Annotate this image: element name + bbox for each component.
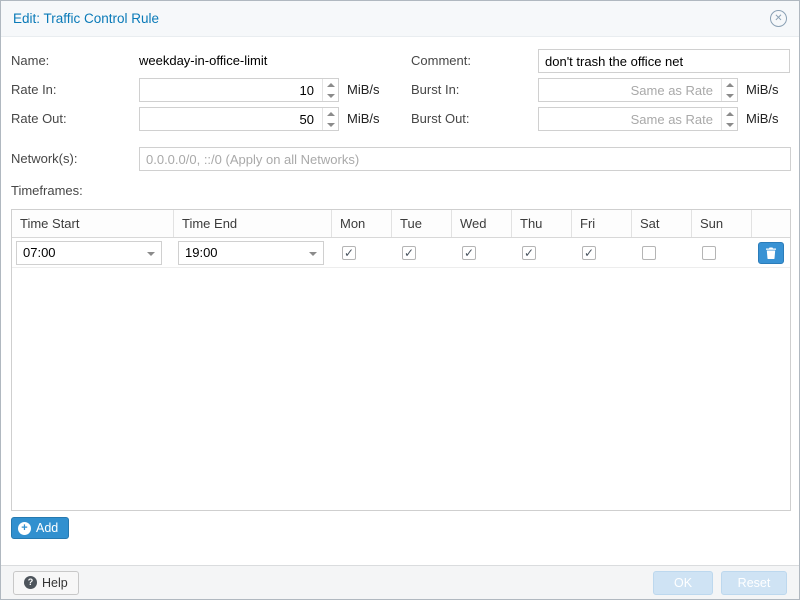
comment-label: Comment: <box>411 49 471 73</box>
table-row: 07:00 19:00 <box>12 238 790 268</box>
rate-out-unit: MiB/s <box>347 107 380 131</box>
trash-icon <box>765 247 777 259</box>
timeframes-table: Time Start Time End Mon Tue Wed Thu Fri … <box>11 209 791 511</box>
checkbox-sun[interactable] <box>702 246 716 260</box>
edit-traffic-control-rule-dialog: Edit: Traffic Control Rule ✕ Name: weekd… <box>0 0 800 600</box>
column-header-thu[interactable]: Thu <box>512 210 572 237</box>
rate-out-label: Rate Out: <box>11 107 67 131</box>
delete-row-button[interactable] <box>758 242 784 264</box>
checkbox-wed[interactable] <box>462 246 476 260</box>
spinner-up-icon[interactable] <box>722 79 737 90</box>
dialog-titlebar: Edit: Traffic Control Rule ✕ <box>1 1 799 37</box>
column-header-fri[interactable]: Fri <box>572 210 632 237</box>
networks-input[interactable] <box>139 147 791 171</box>
help-button[interactable]: ? Help <box>13 571 79 595</box>
time-start-combobox[interactable]: 07:00 <box>16 241 162 265</box>
burst-out-spin-buttons[interactable] <box>721 108 737 130</box>
chevron-down-icon <box>147 252 155 256</box>
networks-label: Network(s): <box>11 147 77 171</box>
checkbox-fri[interactable] <box>582 246 596 260</box>
ok-button[interactable]: OK <box>653 571 713 595</box>
rate-out-spin-buttons[interactable] <box>322 108 338 130</box>
rate-out-input[interactable] <box>140 108 338 130</box>
time-end-combobox[interactable]: 19:00 <box>178 241 324 265</box>
burst-in-input[interactable] <box>539 79 737 101</box>
reset-button[interactable]: Reset <box>721 571 787 595</box>
burst-in-unit: MiB/s <box>746 78 779 102</box>
burst-out-input[interactable] <box>539 108 737 130</box>
column-header-time-end[interactable]: Time End <box>174 210 332 237</box>
chevron-down-icon <box>309 252 317 256</box>
time-end-value: 19:00 <box>185 245 218 260</box>
rate-in-label: Rate In: <box>11 78 57 102</box>
spinner-up-icon[interactable] <box>722 108 737 119</box>
name-value: weekday-in-office-limit <box>139 49 267 73</box>
add-button[interactable]: + Add <box>11 517 69 539</box>
add-button-label: Add <box>36 521 58 535</box>
time-start-cell: 07:00 <box>12 238 174 267</box>
rate-out-spinner[interactable] <box>139 107 339 131</box>
burst-in-spin-buttons[interactable] <box>721 79 737 101</box>
checkbox-sat[interactable] <box>642 246 656 260</box>
plus-circle-icon: + <box>18 522 31 535</box>
column-header-tue[interactable]: Tue <box>392 210 452 237</box>
checkbox-thu[interactable] <box>522 246 536 260</box>
dialog-footer: ? Help OK Reset <box>1 565 799 599</box>
column-header-mon[interactable]: Mon <box>332 210 392 237</box>
timeframes-label: Timeframes: <box>11 179 83 203</box>
spinner-up-icon[interactable] <box>323 108 338 119</box>
spinner-down-icon[interactable] <box>323 90 338 101</box>
burst-out-spinner[interactable] <box>538 107 738 131</box>
comment-input[interactable] <box>538 49 790 73</box>
checkbox-mon[interactable] <box>342 246 356 260</box>
help-button-label: Help <box>42 576 68 590</box>
column-header-sat[interactable]: Sat <box>632 210 692 237</box>
rate-in-unit: MiB/s <box>347 78 380 102</box>
spinner-down-icon[interactable] <box>323 119 338 130</box>
dialog-title: Edit: Traffic Control Rule <box>13 11 159 26</box>
spinner-down-icon[interactable] <box>722 119 737 130</box>
column-header-time-start[interactable]: Time Start <box>12 210 174 237</box>
spinner-up-icon[interactable] <box>323 79 338 90</box>
time-start-value: 07:00 <box>23 245 56 260</box>
rate-in-spinner[interactable] <box>139 78 339 102</box>
column-header-sun[interactable]: Sun <box>692 210 752 237</box>
burst-in-spinner[interactable] <box>538 78 738 102</box>
burst-out-label: Burst Out: <box>411 107 470 131</box>
burst-in-label: Burst In: <box>411 78 459 102</box>
burst-out-unit: MiB/s <box>746 107 779 131</box>
column-header-actions <box>752 210 790 237</box>
spinner-down-icon[interactable] <box>722 90 737 101</box>
name-label: Name: <box>11 49 49 73</box>
column-header-wed[interactable]: Wed <box>452 210 512 237</box>
rate-in-spin-buttons[interactable] <box>322 79 338 101</box>
rate-in-input[interactable] <box>140 79 338 101</box>
question-circle-icon: ? <box>24 576 37 589</box>
checkbox-tue[interactable] <box>402 246 416 260</box>
close-icon[interactable]: ✕ <box>770 10 787 27</box>
time-end-cell: 19:00 <box>174 238 332 267</box>
table-header-row: Time Start Time End Mon Tue Wed Thu Fri … <box>12 210 790 238</box>
